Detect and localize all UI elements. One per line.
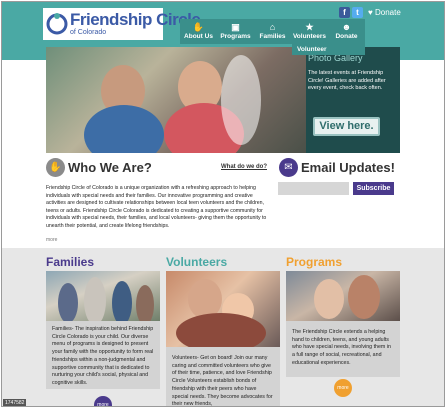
families-more-button[interactable]: more	[94, 396, 112, 406]
nav-about-us-label: About Us	[184, 33, 213, 40]
what-do-we-do-link[interactable]: What do we do?	[221, 164, 267, 170]
top-donate-link[interactable]: ♥ Donate	[365, 6, 404, 19]
subscribe-button[interactable]: Subscribe	[353, 182, 394, 195]
hero-photo	[46, 47, 306, 153]
email-updates-title: Email Updates!	[301, 160, 395, 175]
facebook-icon[interactable]: f	[339, 7, 350, 18]
volunteers-text: Volunteers- Get on board! Join our many …	[166, 347, 280, 406]
programs-photo	[286, 271, 400, 321]
calendar-icon: ▣	[231, 22, 240, 32]
logo-subtitle: of Colorado	[70, 29, 107, 36]
programs-photo-figure	[348, 275, 380, 319]
families-photo-figure	[84, 277, 106, 321]
families-photo-figure	[58, 283, 78, 321]
volunteers-dropdown-item[interactable]: Volunteer	[292, 44, 365, 55]
volunteers-photo-figure	[176, 313, 266, 347]
families-text: Families- The inspiration behind Friends…	[46, 321, 160, 389]
nav-donate[interactable]: ☻ Donate	[328, 19, 365, 44]
programs-text: The Friendship Circle extends a helping …	[286, 321, 400, 377]
mail-icon: ✉	[279, 158, 298, 177]
families-photo-figure	[136, 285, 154, 321]
email-field[interactable]	[278, 182, 349, 195]
nav-programs-label: Programs	[220, 33, 251, 40]
programs-title: Programs	[286, 255, 343, 269]
hero-decor-shape	[221, 55, 261, 145]
nav-families[interactable]: ⌂ Families	[254, 19, 291, 44]
heart-hand-icon: ♥	[368, 8, 373, 17]
nav-programs[interactable]: ▣ Programs	[217, 19, 254, 44]
nav-volunteers[interactable]: ★ Volunteers	[291, 19, 328, 44]
nav-volunteers-label: Volunteers	[292, 33, 327, 40]
site-logo[interactable]: Friendship Circle of Colorado	[43, 8, 201, 40]
star-icon: ★	[305, 22, 314, 32]
twitter-icon[interactable]: t	[352, 7, 363, 18]
volunteers-photo	[166, 271, 280, 347]
who-we-are-text: Friendship Circle of Colorado is a uniqu…	[46, 185, 267, 229]
nav-donate-label: Donate	[335, 33, 358, 40]
who-more-link[interactable]: more	[46, 237, 57, 243]
page: Friendship Circle of Colorado f t ♥ Dona…	[1, 1, 445, 407]
nav-families-label: Families	[259, 33, 286, 40]
nav-about-us[interactable]: ✋ About Us	[180, 19, 217, 44]
volunteers-title: Volunteers	[166, 255, 228, 269]
hands-icon: ✋	[192, 22, 205, 32]
view-here-button[interactable]: View here.	[313, 117, 380, 136]
people-icon: ☻	[341, 22, 352, 32]
families-photo	[46, 271, 160, 321]
families-title: Families	[46, 255, 95, 269]
hero-text: The latest events at Friendship Circle! …	[308, 70, 386, 91]
main-nav: ✋ About Us ▣ Programs ⌂ Families ★ Volun…	[180, 19, 365, 44]
logo-circle-icon	[46, 13, 68, 35]
hero-person-left-shirt	[84, 105, 164, 153]
corner-badge: 1747582	[3, 399, 27, 406]
handshake-icon: ✋	[46, 158, 65, 177]
house-icon: ⌂	[269, 22, 276, 32]
programs-more-button[interactable]: more	[334, 379, 352, 397]
families-photo-figure	[112, 281, 132, 321]
top-donate-label: Donate	[374, 8, 401, 17]
who-we-are-title: Who We Are?	[68, 160, 152, 175]
programs-photo-figure	[314, 279, 344, 319]
